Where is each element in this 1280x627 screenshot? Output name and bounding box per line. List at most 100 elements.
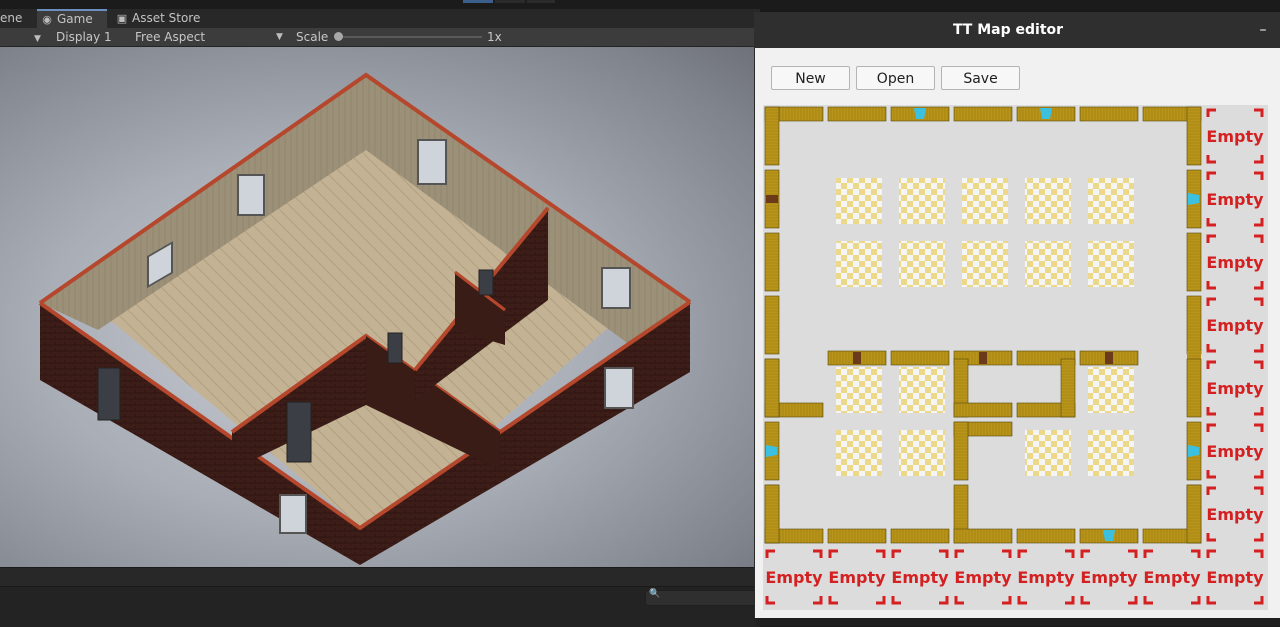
search-input[interactable] [645, 590, 762, 606]
door-icon [478, 269, 494, 296]
tab-game[interactable]: ◉ Game [37, 9, 107, 28]
save-button[interactable]: Save [941, 66, 1020, 90]
wall-tile [953, 402, 1013, 418]
wall-corner [764, 484, 780, 544]
empty-cell-label: Empty [1206, 568, 1264, 587]
window-icon [417, 139, 447, 185]
floor-tile [1025, 178, 1071, 224]
floor-tile [962, 178, 1008, 224]
empty-bracket [1206, 549, 1216, 558]
wall-tile [827, 528, 887, 544]
empty-bracket [1254, 360, 1264, 369]
floor-tile [1088, 430, 1134, 476]
empty-bracket [828, 549, 838, 558]
empty-bracket [939, 549, 949, 558]
floor-tile [1088, 241, 1134, 287]
gamepad-icon: ◉ [42, 13, 52, 26]
aspect-dropdown[interactable]: Free Aspect ▼ [130, 29, 290, 45]
empty-bracket [1206, 218, 1216, 227]
empty-bracket [891, 596, 901, 605]
floor-tile [836, 430, 882, 476]
empty-bracket [1254, 486, 1264, 495]
empty-cell-label: Empty [1143, 568, 1201, 587]
floor-tile [1088, 367, 1134, 413]
wall-tile [890, 528, 950, 544]
play-button[interactable] [463, 0, 493, 3]
wall-corner [1186, 484, 1202, 544]
search-icon: 🔍 [649, 589, 661, 599]
door-icon [853, 352, 861, 364]
empty-cell-label: Empty [765, 568, 823, 587]
empty-bracket [1017, 549, 1027, 558]
editor-title: TT Map editor [952, 22, 1064, 38]
lock-icon: ▣ [116, 12, 128, 25]
wall-corner [1186, 106, 1202, 166]
floor-tile [899, 367, 945, 413]
tab-asset-store[interactable]: ▣ Asset Store [112, 9, 222, 28]
open-button[interactable]: Open [856, 66, 935, 90]
floor-tile [1088, 178, 1134, 224]
empty-bracket [1206, 470, 1216, 479]
wall-tile [764, 232, 780, 292]
floor-tile [899, 178, 945, 224]
floor-tile [836, 241, 882, 287]
window-icon [766, 445, 777, 457]
door-icon [766, 195, 778, 203]
wall-tile [1186, 232, 1202, 292]
door-icon [97, 367, 121, 421]
wall-tile [1079, 106, 1139, 122]
scale-slider-handle[interactable] [334, 32, 343, 41]
game-view[interactable] [0, 47, 760, 567]
wall-tile [890, 350, 950, 366]
tab-scene[interactable]: ene [0, 9, 30, 28]
empty-bracket [1206, 171, 1216, 180]
empty-bracket [1254, 297, 1264, 306]
window-icon [601, 267, 631, 309]
empty-bracket [1143, 549, 1153, 558]
empty-bracket [1254, 549, 1264, 558]
map-grid-canvas[interactable]: Empty Empty Empty Empty Empty Empty Empty Empty… [763, 105, 1268, 610]
empty-bracket [765, 596, 775, 605]
display-dropdown[interactable]: Display 1 ▼ [50, 29, 132, 60]
scale-value: 1x [487, 30, 502, 44]
minimize-button[interactable]: – [1252, 14, 1274, 44]
chevron-down-icon: ▼ [34, 34, 41, 44]
empty-bracket [1206, 281, 1216, 290]
floor-tile [836, 367, 882, 413]
wall-tile [1186, 358, 1202, 418]
empty-bracket [1254, 108, 1264, 117]
empty-bracket [1254, 218, 1264, 227]
floor-tile [899, 241, 945, 287]
scale-slider[interactable] [338, 36, 482, 38]
empty-cell-label: Empty [1206, 505, 1264, 524]
empty-bracket [1254, 407, 1264, 416]
empty-bracket [1080, 549, 1090, 558]
empty-cell-label: Empty [954, 568, 1012, 587]
tab-scene-label: ene [0, 11, 23, 25]
empty-cell-label: Empty [1206, 442, 1264, 461]
scale-label: Scale [296, 30, 329, 44]
empty-bracket [1206, 533, 1216, 542]
empty-cell-label: Empty [1206, 190, 1264, 209]
pause-button[interactable] [495, 0, 525, 3]
wall-tile [764, 295, 780, 355]
empty-bracket [1254, 470, 1264, 479]
empty-bracket [813, 596, 823, 605]
window-icon [1040, 108, 1052, 119]
empty-bracket [1080, 596, 1090, 605]
window-icon [237, 174, 265, 216]
wall-corner [953, 421, 969, 481]
window-icon [1188, 193, 1199, 205]
door-icon [387, 332, 403, 364]
wall-corner [764, 106, 780, 166]
empty-bracket [1254, 234, 1264, 243]
window-icon [1103, 530, 1115, 541]
empty-bracket [891, 549, 901, 558]
wall-tile [953, 106, 1013, 122]
game-view-menu[interactable]: ▼ [34, 29, 41, 45]
empty-bracket [1017, 596, 1027, 605]
wall-tile [1016, 528, 1076, 544]
empty-bracket [1206, 108, 1216, 117]
step-button[interactable] [527, 0, 555, 3]
new-button[interactable]: New [771, 66, 850, 90]
